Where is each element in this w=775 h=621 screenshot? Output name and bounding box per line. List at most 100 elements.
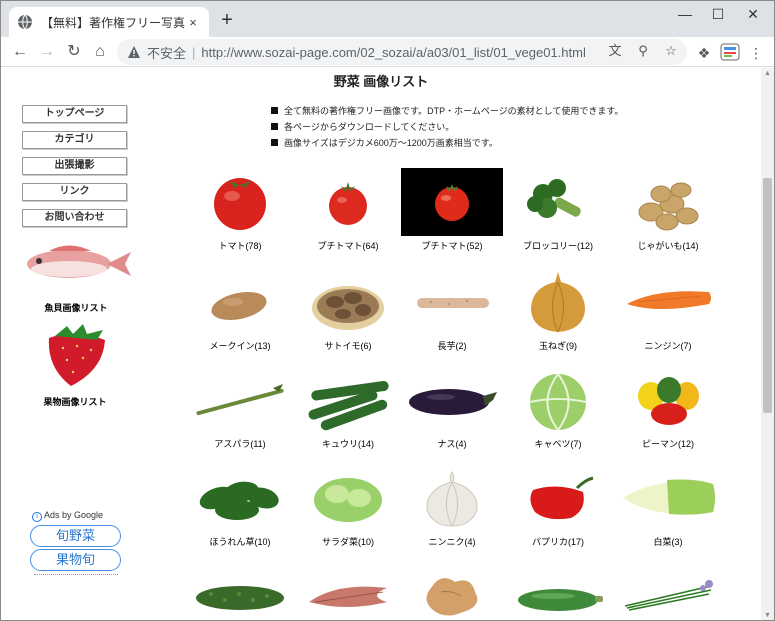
translate-icon[interactable]: 文: [607, 43, 623, 59]
fruit-list-link[interactable]: 果物画像リスト: [33, 324, 117, 408]
vegetable-caption[interactable]: アスパラ(11): [188, 437, 292, 450]
vegetable-caption[interactable]: じゃがいも(14): [616, 239, 720, 252]
vegetable-caption[interactable]: プチトマト(64): [296, 239, 400, 252]
vegetable-item[interactable]: サラダ菜(10): [296, 464, 400, 548]
vegetable-caption[interactable]: ピーマン(12): [616, 437, 720, 450]
extensions-icon[interactable]: ❖: [695, 44, 713, 62]
vegetable-item[interactable]: ほうれん草(10): [188, 464, 292, 548]
cucumber-icon[interactable]: [297, 366, 399, 434]
maximize-icon[interactable]: ☐: [706, 5, 730, 25]
vegetable-caption[interactable]: 白菜(3): [616, 535, 720, 548]
vegetable-caption[interactable]: ニンニク(4): [400, 535, 504, 548]
vegetable-caption[interactable]: ブロッコリー(12): [506, 239, 610, 252]
vegetable-item[interactable]: [296, 562, 400, 621]
ad-button-seasonal-fruit[interactable]: 果物旬: [30, 549, 121, 571]
vegetable-item[interactable]: じゃがいも(14): [616, 168, 720, 252]
minimize-icon[interactable]: —: [673, 5, 697, 25]
vegetable-item[interactable]: [188, 562, 292, 621]
vegetable-caption[interactable]: プチトマト(52): [400, 239, 504, 252]
nav-links[interactable]: リンク: [22, 183, 127, 201]
address-bar[interactable]: 不安全 | http://www.sozai-page.com/02_sozai…: [117, 39, 687, 65]
vegetable-item[interactable]: アスパラ(11): [188, 366, 292, 450]
vegetable-caption[interactable]: 長芋(2): [400, 339, 504, 352]
close-window-icon[interactable]: ✕: [741, 5, 765, 25]
vegetable-item[interactable]: パプリカ(17): [506, 464, 610, 548]
cherry-tomato-dark-icon[interactable]: [401, 168, 503, 236]
may-queen-potato-icon[interactable]: [189, 268, 291, 336]
vegetable-caption[interactable]: ニンジン(7): [616, 339, 720, 352]
scrollbar-thumb[interactable]: [763, 178, 772, 413]
cabbage-icon[interactable]: [507, 366, 609, 434]
vegetable-item[interactable]: メークイン(13): [188, 268, 292, 352]
vegetable-item[interactable]: プチトマト(64): [296, 168, 400, 252]
vegetable-caption[interactable]: 玉ねぎ(9): [506, 339, 610, 352]
potatoes-icon[interactable]: [617, 168, 719, 236]
nav-category[interactable]: カテゴリ: [22, 131, 127, 149]
vegetable-caption[interactable]: キャベツ(7): [506, 437, 610, 450]
carrot-icon[interactable]: [617, 268, 719, 336]
nav-contact[interactable]: お問い合わせ: [22, 209, 127, 227]
vegetable-item[interactable]: サトイモ(6): [296, 268, 400, 352]
vegetable-caption[interactable]: ほうれん草(10): [188, 535, 292, 548]
vegetable-item[interactable]: キュウリ(14): [296, 366, 400, 450]
vegetable-caption[interactable]: パプリカ(17): [506, 535, 610, 548]
vegetable-item[interactable]: [400, 562, 504, 620]
tomato-icon[interactable]: [189, 168, 291, 236]
vegetable-caption[interactable]: ナス(4): [400, 437, 504, 450]
close-tab-icon[interactable]: ×: [185, 15, 201, 30]
scrollbar[interactable]: ▲ ▼: [761, 68, 774, 620]
url-text[interactable]: http://www.sozai-page.com/02_sozai/a/a03…: [201, 45, 585, 60]
vegetable-item[interactable]: [616, 562, 720, 621]
myoga-icon[interactable]: [297, 562, 399, 621]
vegetable-item[interactable]: トマト(78): [188, 168, 292, 252]
vegetable-item[interactable]: ブロッコリー(12): [506, 168, 610, 252]
nav-business-shoot[interactable]: 出張撮影: [22, 157, 127, 175]
eggplant-icon[interactable]: [401, 366, 503, 434]
vegetable-caption[interactable]: メークイン(13): [188, 339, 292, 352]
nav-top-page[interactable]: トップページ: [22, 105, 127, 123]
reload-icon[interactable]: ↻: [63, 41, 85, 63]
forward-icon[interactable]: →: [36, 41, 58, 63]
vegetable-item[interactable]: プチトマト(52): [400, 168, 504, 252]
zoom-icon[interactable]: ⚲: [635, 43, 651, 59]
ad-button-seasonal-vegetables[interactable]: 旬野菜: [30, 525, 121, 547]
back-icon[interactable]: ←: [9, 41, 31, 63]
onion-icon[interactable]: [507, 268, 609, 336]
lettuce-icon[interactable]: [297, 464, 399, 532]
vegetable-item[interactable]: 白菜(3): [616, 464, 720, 548]
chives-icon[interactable]: [617, 562, 719, 621]
vegetable-caption[interactable]: サトイモ(6): [296, 339, 400, 352]
paprika-icon[interactable]: [507, 464, 609, 532]
vegetable-caption[interactable]: サラダ菜(10): [296, 535, 400, 548]
fish-list-link[interactable]: 魚貝画像リスト: [19, 236, 133, 314]
yam-icon[interactable]: [401, 268, 503, 336]
vegetable-item[interactable]: ニンニク(4): [400, 464, 504, 548]
garlic-icon[interactable]: [401, 464, 503, 532]
vegetable-item[interactable]: ナス(4): [400, 366, 504, 450]
bitter-melon-icon[interactable]: [189, 562, 291, 621]
taro-icon[interactable]: [297, 268, 399, 336]
menu-icon[interactable]: ⋮: [747, 44, 765, 62]
browser-tab[interactable]: 【無料】著作権フリー写真素材 ×: [9, 7, 209, 37]
ads-by-google[interactable]: i Ads by Google: [32, 510, 103, 522]
asparagus-icon[interactable]: [189, 366, 291, 434]
profile-avatar[interactable]: [720, 43, 740, 61]
bell-peppers-icon[interactable]: [617, 366, 719, 434]
vegetable-caption[interactable]: トマト(78): [188, 239, 292, 252]
new-tab-button[interactable]: +: [217, 10, 237, 31]
vegetable-item[interactable]: [506, 562, 610, 621]
bookmark-star-icon[interactable]: ☆: [663, 43, 679, 59]
zucchini-icon[interactable]: [507, 562, 609, 621]
scroll-down-icon[interactable]: ▼: [763, 612, 772, 620]
vegetable-item[interactable]: ピーマン(12): [616, 366, 720, 450]
broccoli-icon[interactable]: [507, 168, 609, 236]
vegetable-item[interactable]: ニンジン(7): [616, 268, 720, 352]
vegetable-item[interactable]: 長芋(2): [400, 268, 504, 352]
vegetable-caption[interactable]: キュウリ(14): [296, 437, 400, 450]
napa-cabbage-icon[interactable]: [617, 464, 719, 532]
vegetable-item[interactable]: 玉ねぎ(9): [506, 268, 610, 352]
scroll-up-icon[interactable]: ▲: [763, 70, 772, 78]
home-icon[interactable]: ⌂: [89, 41, 111, 63]
vegetable-item[interactable]: キャベツ(7): [506, 366, 610, 450]
spinach-icon[interactable]: [189, 464, 291, 532]
